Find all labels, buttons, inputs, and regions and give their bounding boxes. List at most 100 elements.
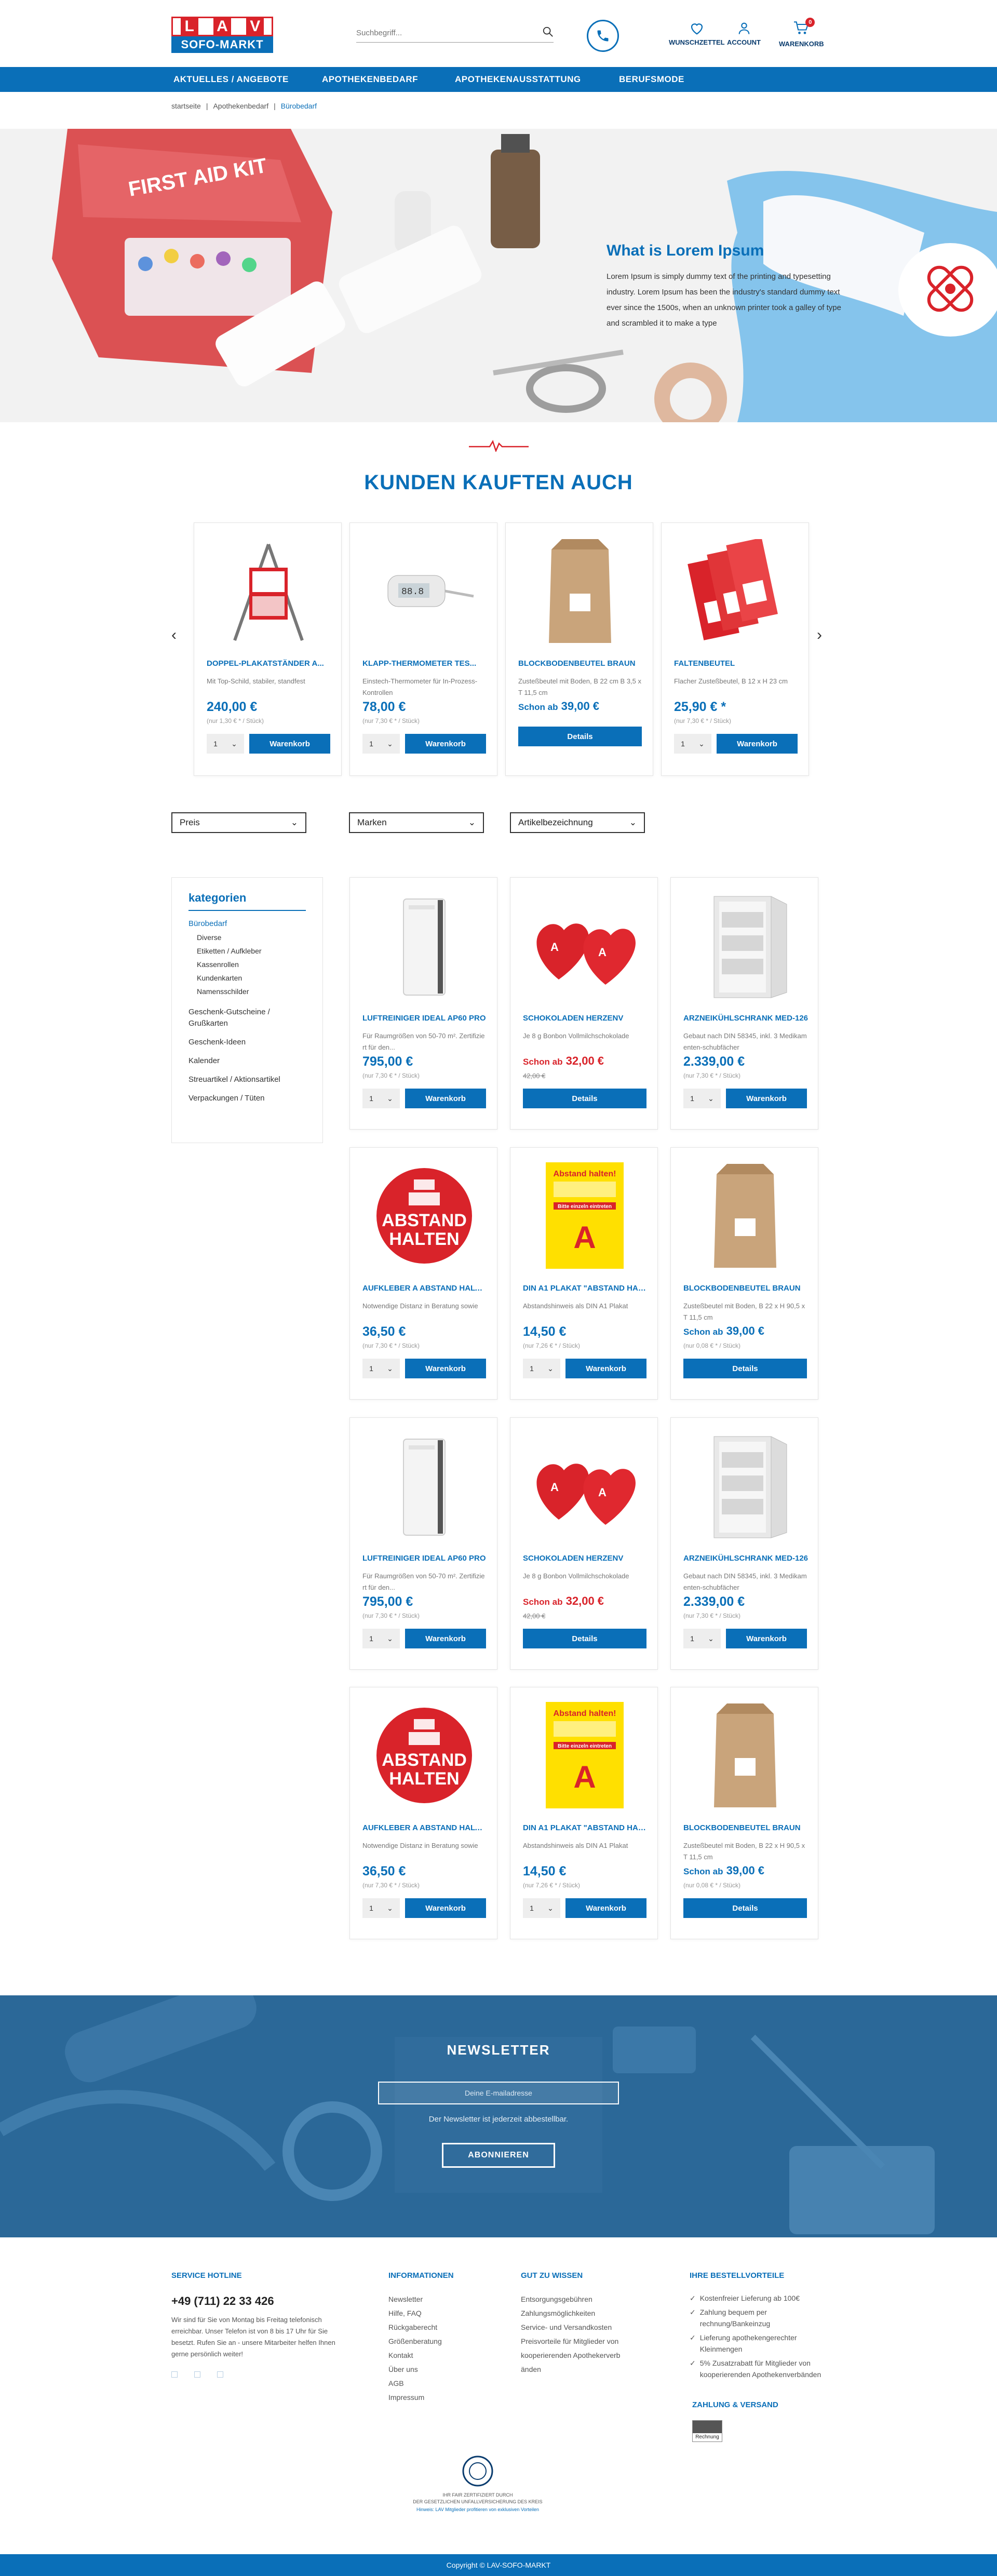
footer-link[interactable]: Größenberatung bbox=[388, 2334, 442, 2349]
nav-item-berufsmode[interactable]: BERUFSMODE bbox=[619, 67, 684, 92]
details-button[interactable]: Details bbox=[518, 727, 642, 746]
sidebar-item[interactable]: Verpackungen / Tüten bbox=[188, 1093, 306, 1104]
quantity-select[interactable]: 1 ⌄ bbox=[207, 734, 244, 754]
add-to-cart-button[interactable]: Warenkorb bbox=[249, 734, 330, 754]
product-name[interactable]: AUFKLEBER A ABSTAND HALTEN bbox=[362, 1284, 487, 1293]
footer-link[interactable]: Entsorgungsgebühren bbox=[521, 2292, 635, 2306]
sidebar-subitem[interactable]: Kassenrollen bbox=[197, 959, 306, 970]
quantity-select[interactable]: 1 ⌄ bbox=[362, 1629, 400, 1648]
footer-link[interactable]: Service- und Versandkosten bbox=[521, 2320, 635, 2334]
product-name[interactable]: SCHOKOLADEN HERZENV bbox=[523, 1554, 648, 1563]
add-to-cart-button[interactable]: Warenkorb bbox=[405, 1359, 486, 1378]
quantity-select[interactable]: 1 ⌄ bbox=[683, 1629, 721, 1648]
footer-link[interactable]: Hilfe, FAQ bbox=[388, 2306, 442, 2320]
add-to-cart-button[interactable]: Warenkorb bbox=[405, 1898, 486, 1918]
sidebar-subitem[interactable]: Diverse bbox=[197, 932, 306, 943]
add-to-cart-button[interactable]: Warenkorb bbox=[565, 1359, 646, 1378]
product-image[interactable]: ABSTAND HALTEN bbox=[360, 1157, 488, 1274]
subscribe-button[interactable]: ABONNIEREN bbox=[442, 2143, 555, 2168]
filter-article-name[interactable]: Artikelbezeichnung ⌄ bbox=[510, 812, 645, 833]
add-to-cart-button[interactable]: Warenkorb bbox=[405, 734, 486, 754]
footer-link[interactable]: Preisvorteile für Mitglieder von kooperi… bbox=[521, 2334, 635, 2377]
product-name[interactable]: ARZNEIKÜHLSCHRANK MED-126 bbox=[683, 1554, 808, 1563]
instagram-icon[interactable] bbox=[194, 2371, 200, 2378]
details-button[interactable]: Details bbox=[523, 1089, 646, 1108]
newsletter-email-input[interactable]: Deine E-mailadresse bbox=[378, 2082, 619, 2104]
product-image[interactable]: Abstand halten! Bitte einzeln eintreten A bbox=[521, 1157, 648, 1274]
product-name[interactable]: FALTENBEUTEL bbox=[674, 659, 799, 668]
footer-link[interactable]: Zahlungsmöglichkeiten bbox=[521, 2306, 635, 2320]
nav-item-apothekenbedarf[interactable]: APOTHEKENBEDARF bbox=[322, 67, 418, 92]
quantity-select[interactable]: 1 ⌄ bbox=[362, 1089, 400, 1108]
sidebar-item[interactable]: Geschenk-Gutscheine / Grußkarten bbox=[188, 1007, 306, 1029]
product-image[interactable] bbox=[205, 532, 332, 649]
sidebar-subitem[interactable]: Etiketten / Aufkleber bbox=[197, 945, 306, 957]
product-name[interactable]: ARZNEIKÜHLSCHRANK MED-126 bbox=[683, 1014, 808, 1023]
filter-brand[interactable]: Marken ⌄ bbox=[349, 812, 484, 833]
facebook-icon[interactable] bbox=[171, 2371, 178, 2378]
product-name[interactable]: LUFTREINIGER IDEAL AP60 PRO bbox=[362, 1554, 487, 1563]
product-image[interactable] bbox=[681, 887, 809, 1004]
product-image[interactable] bbox=[681, 1157, 809, 1274]
product-image[interactable] bbox=[516, 532, 643, 649]
sidebar-item[interactable]: Geschenk-Ideen bbox=[188, 1037, 306, 1048]
breadcrumb-item[interactable]: Apothekenbedarf bbox=[213, 102, 268, 110]
product-name[interactable]: BLOCKBODENBEUTEL BRAUN bbox=[518, 659, 643, 668]
phone-icon[interactable] bbox=[587, 20, 619, 52]
nav-item-angebote[interactable]: AKTUELLES / ANGEBOTE bbox=[173, 67, 289, 92]
quantity-select[interactable]: 1 ⌄ bbox=[674, 734, 711, 754]
product-image[interactable] bbox=[681, 1427, 809, 1544]
quantity-select[interactable]: 1 ⌄ bbox=[523, 1898, 560, 1918]
footer-link[interactable]: AGB bbox=[388, 2377, 442, 2391]
footer-link[interactable]: Kontakt bbox=[388, 2349, 442, 2363]
product-image[interactable] bbox=[672, 532, 799, 649]
product-image[interactable]: AA bbox=[521, 887, 648, 1004]
product-name[interactable]: DIN A1 PLAKAT "ABSTAND HAL... bbox=[523, 1284, 648, 1293]
quantity-select[interactable]: 1 ⌄ bbox=[362, 1898, 400, 1918]
product-name[interactable]: DIN A1 PLAKAT "ABSTAND HAL... bbox=[523, 1823, 648, 1832]
product-name[interactable]: BLOCKBODENBEUTEL BRAUN bbox=[683, 1823, 808, 1832]
add-to-cart-button[interactable]: Warenkorb bbox=[726, 1629, 807, 1648]
quantity-select[interactable]: 1 ⌄ bbox=[523, 1359, 560, 1378]
account-button[interactable]: ACCOUNT bbox=[727, 21, 761, 46]
product-image[interactable]: AA bbox=[521, 1427, 648, 1544]
details-button[interactable]: Details bbox=[523, 1629, 646, 1648]
product-image[interactable]: 88.8 bbox=[360, 532, 488, 649]
quantity-select[interactable]: 1 ⌄ bbox=[362, 734, 400, 754]
product-image[interactable]: ABSTAND HALTEN bbox=[360, 1697, 488, 1814]
sidebar-subitem[interactable]: Kundenkarten bbox=[197, 972, 306, 984]
product-image[interactable]: Abstand halten! Bitte einzeln eintreten A bbox=[521, 1697, 648, 1814]
quantity-select[interactable]: 1 ⌄ bbox=[362, 1359, 400, 1378]
product-name[interactable]: BLOCKBODENBEUTEL BRAUN bbox=[683, 1284, 808, 1293]
product-name[interactable]: DOPPEL-PLAKATSTÄNDER A... bbox=[207, 659, 331, 668]
add-to-cart-button[interactable]: Warenkorb bbox=[717, 734, 798, 754]
add-to-cart-button[interactable]: Warenkorb bbox=[405, 1089, 486, 1108]
wishlist-button[interactable]: WUNSCHZETTEL bbox=[669, 21, 725, 46]
add-to-cart-button[interactable]: Warenkorb bbox=[565, 1898, 646, 1918]
youtube-icon[interactable] bbox=[217, 2371, 223, 2378]
sidebar-subitem[interactable]: Namensschilder bbox=[197, 986, 306, 997]
add-to-cart-button[interactable]: Warenkorb bbox=[405, 1629, 486, 1648]
footer-link[interactable]: Newsletter bbox=[388, 2292, 442, 2306]
product-name[interactable]: AUFKLEBER A ABSTAND HALTEN bbox=[362, 1823, 487, 1832]
search-input[interactable] bbox=[356, 29, 522, 37]
footer-link[interactable]: Über uns bbox=[388, 2363, 442, 2377]
details-button[interactable]: Details bbox=[683, 1898, 807, 1918]
quantity-select[interactable]: 1 ⌄ bbox=[683, 1089, 721, 1108]
cart-button[interactable]: 0 WARENKORB bbox=[779, 18, 824, 48]
product-image[interactable] bbox=[360, 887, 488, 1004]
product-name[interactable]: LUFTREINIGER IDEAL AP60 PRO bbox=[362, 1014, 487, 1023]
footer-link[interactable]: Rückgaberecht bbox=[388, 2320, 442, 2334]
sidebar-item-active[interactable]: Bürobedarf bbox=[188, 918, 306, 930]
sidebar-item[interactable]: Streuartikel / Aktionsartikel bbox=[188, 1074, 306, 1085]
nav-item-apothekenausstattung[interactable]: APOTHEKENAUSSTATTUNG bbox=[455, 67, 581, 92]
carousel-next-button[interactable]: › bbox=[817, 626, 822, 644]
carousel-prev-button[interactable]: ‹ bbox=[171, 626, 177, 644]
details-button[interactable]: Details bbox=[683, 1359, 807, 1378]
footer-phone[interactable]: +49 (711) 22 33 426 bbox=[171, 2295, 274, 2308]
sidebar-item[interactable]: Kalender bbox=[188, 1055, 306, 1067]
search-icon[interactable] bbox=[542, 26, 554, 40]
product-image[interactable] bbox=[681, 1697, 809, 1814]
breadcrumb-item[interactable]: startseite bbox=[171, 102, 201, 110]
product-image[interactable] bbox=[360, 1427, 488, 1544]
